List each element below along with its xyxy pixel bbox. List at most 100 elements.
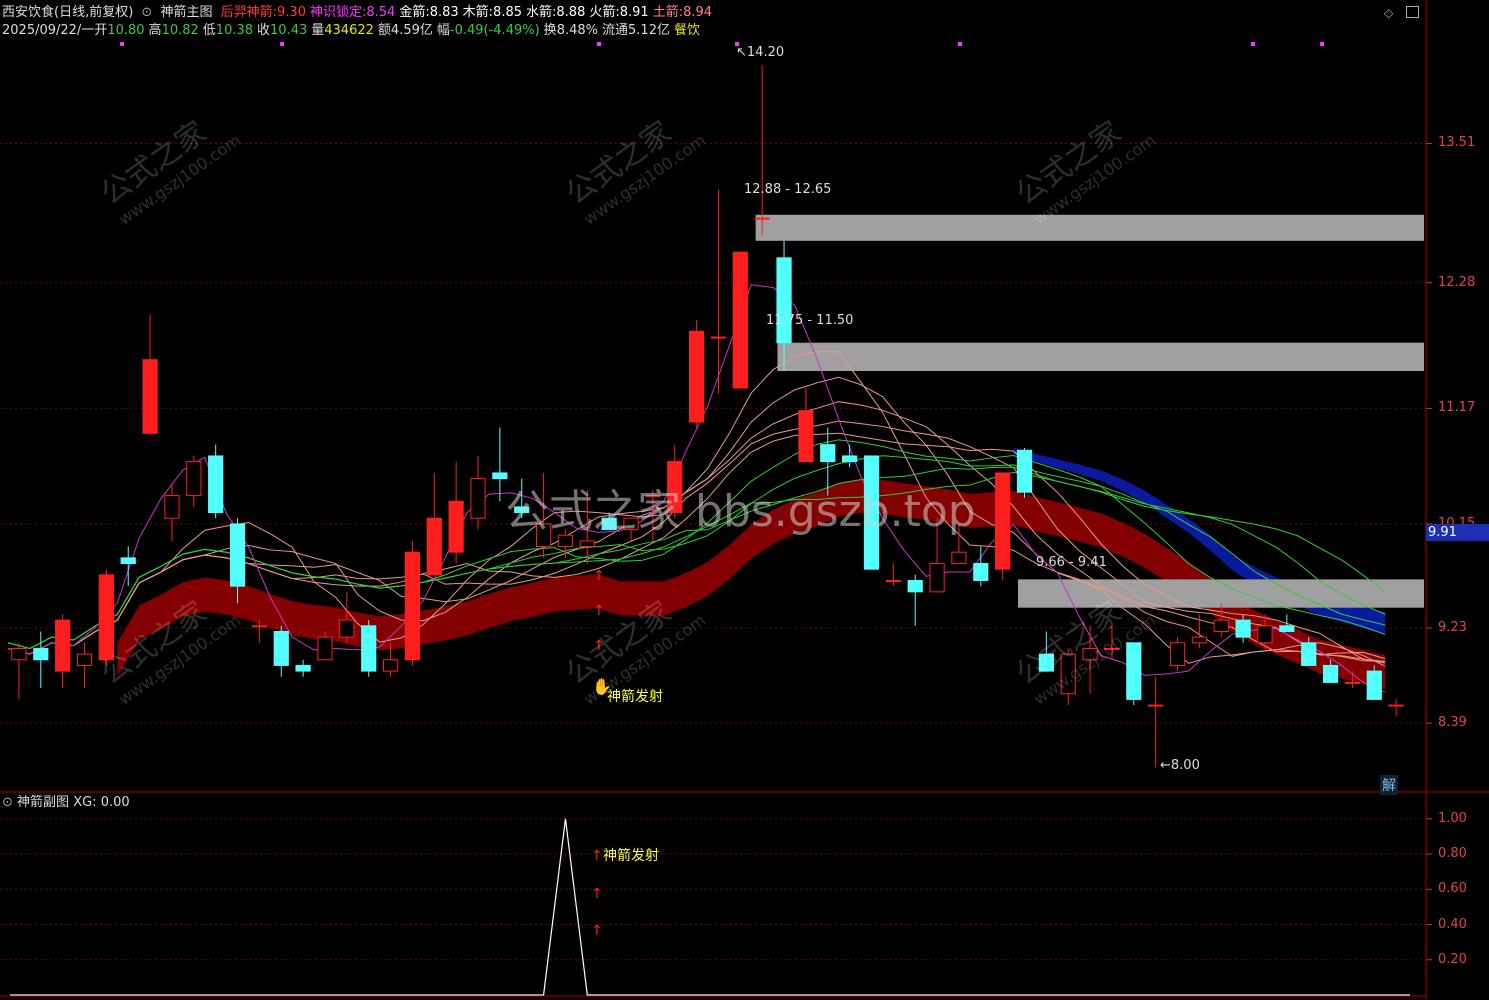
indicator-dropdown-icon[interactable]: ⊙	[141, 5, 152, 20]
candle-body	[448, 500, 464, 553]
candle-body	[710, 336, 727, 339]
signal-arrow-icon: ↑	[593, 603, 605, 619]
sector-label[interactable]: 餐饮	[674, 23, 700, 38]
sub-axis-tick-label: 0.80	[1438, 846, 1467, 862]
top-marker	[1251, 42, 1255, 46]
xg-value: 0.00	[100, 795, 130, 810]
header-item-label: 土箭:	[652, 5, 684, 20]
stock-title[interactable]: 西安饮食(日线,前复权)	[2, 5, 133, 20]
candle-body	[1322, 664, 1339, 683]
candle-body	[295, 664, 311, 672]
candle-body	[229, 523, 246, 587]
center-watermark: 公式之家 bbs.gszb.top	[505, 486, 976, 537]
candle-body	[273, 630, 289, 666]
main-header: 西安饮食(日线,前复权) ⊙ 神箭主图 后羿神箭:9.30 神识锁定:8.54 金箭…	[2, 5, 720, 21]
amount-value: 4.59亿	[390, 23, 433, 38]
candle-body	[1235, 619, 1251, 638]
candle-body	[339, 619, 355, 638]
sub-signal-arrow-icon: ↑	[591, 886, 603, 902]
candle-body	[732, 251, 748, 389]
candle-body	[55, 619, 71, 672]
header-item-label: 金箭:	[399, 5, 430, 20]
candle-body	[1388, 704, 1404, 707]
candle-body	[1016, 449, 1033, 493]
top-marker	[280, 42, 284, 46]
quote-line: 2025/09/22/一开10.80 高10.82 低10.38 收10.43 量434…	[2, 23, 704, 39]
candle-body	[820, 444, 836, 463]
candle-body	[11, 647, 27, 661]
sub-title[interactable]: 神箭副图	[17, 795, 69, 810]
float-value: 5.12亿	[628, 23, 670, 38]
float-label: 流通	[602, 23, 629, 38]
axis-tick-label: 8.39	[1438, 715, 1467, 731]
jie-button[interactable]: 解	[1380, 775, 1398, 795]
high-annotation: ↖14.20	[736, 45, 785, 60]
candle-body	[1344, 681, 1361, 684]
header-item-value: 8.94	[683, 5, 713, 20]
window-toggle-icon[interactable]	[1406, 6, 1419, 18]
sub-header: ⊙ 神箭副图 XG: 0.00	[2, 795, 130, 811]
vol-label: 量	[311, 23, 325, 38]
signal-arrow-icon: ↑	[593, 568, 605, 584]
low-label: 低	[202, 23, 216, 38]
turnover-label: 换	[543, 23, 557, 38]
candle-body	[1301, 642, 1317, 666]
open-value: 10.80	[107, 23, 145, 38]
candle-body	[1257, 625, 1273, 644]
candle-body	[208, 455, 224, 514]
sub-axis-tick-label: 0.40	[1438, 916, 1467, 932]
high-label: 高	[148, 23, 162, 38]
header-item-label: 火箭:	[589, 5, 620, 20]
candle-body	[798, 410, 814, 463]
signal-label: 神箭发射	[607, 689, 663, 705]
candle-body	[142, 359, 158, 434]
candle-body	[470, 478, 486, 519]
candle-body	[317, 636, 333, 661]
sub-axis-tick-label: 1.00	[1438, 810, 1467, 826]
open-label: 开	[94, 23, 108, 38]
low-annotation: ←8.00	[1160, 758, 1200, 773]
low-value: 10.38	[215, 23, 254, 38]
turnover-value: 8.48%	[556, 23, 598, 38]
high-value: 10.82	[161, 23, 199, 38]
sub-signal-label: 神箭发射	[603, 848, 659, 864]
axis-tick-label: 13.51	[1438, 135, 1476, 151]
candle-body	[973, 563, 989, 582]
candle-body	[120, 557, 136, 565]
amount-label: 额	[377, 23, 391, 38]
candle-body	[885, 580, 901, 583]
sub-signal-arrow-icon: ↑	[591, 923, 603, 939]
axis-tick-label: 12.28	[1438, 274, 1476, 290]
candle-body	[1169, 642, 1186, 666]
candle-body	[951, 551, 967, 565]
close-value: 10.43	[270, 23, 308, 38]
header-item-value: 8.85	[493, 5, 522, 20]
candle-body	[689, 330, 705, 423]
sub-signal-arrow-icon: ↑	[591, 848, 603, 864]
candle-body	[382, 659, 399, 672]
sub-dropdown-icon[interactable]: ⊙	[2, 795, 13, 810]
candle-body	[164, 495, 180, 519]
indicator-name[interactable]: 神箭主图	[160, 5, 212, 20]
sub-axis-tick-label: 0.60	[1438, 881, 1467, 897]
candle-body	[361, 625, 377, 672]
candle-body	[1213, 619, 1229, 632]
candle-body	[1366, 670, 1382, 700]
vol-value: 434622	[324, 23, 374, 38]
candle-body	[426, 517, 442, 576]
top-marker	[597, 42, 601, 46]
quote-date: 2025/09/22/一	[2, 23, 95, 38]
candle-body	[754, 217, 770, 220]
zone1-label: 12.88 - 12.65	[744, 182, 832, 197]
resistance-zone	[777, 342, 1424, 372]
candle-body	[1191, 636, 1207, 644]
top-marker	[120, 42, 124, 46]
xg-label: XG:	[73, 795, 97, 810]
close-label: 收	[257, 23, 271, 38]
candle-body	[776, 257, 792, 344]
header-item-value: 8.54	[366, 5, 396, 20]
header-item-label: 后羿神箭:	[220, 5, 278, 20]
candle-body	[907, 580, 923, 593]
diamond-icon[interactable]: ◇	[1384, 6, 1398, 20]
chg-label: 幅	[436, 23, 450, 38]
